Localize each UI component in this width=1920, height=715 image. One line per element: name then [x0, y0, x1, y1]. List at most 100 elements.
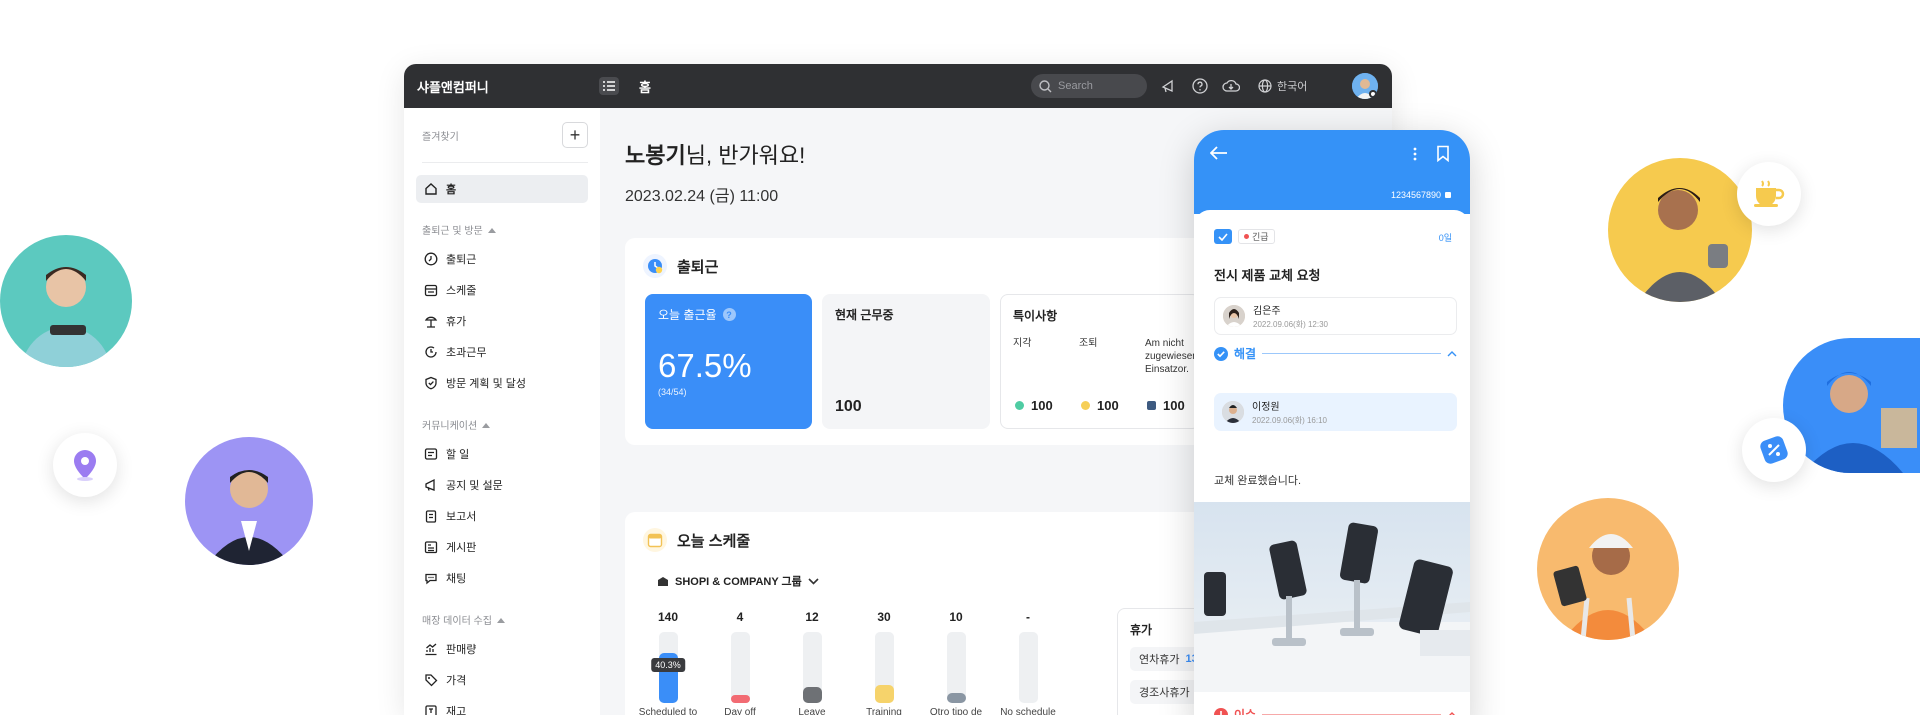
- value: 100: [1097, 398, 1119, 413]
- check-circle-icon: [1214, 346, 1228, 361]
- rate-subtext: (34/54): [658, 387, 687, 397]
- schedule-title: 오늘 스케줄: [677, 532, 751, 550]
- special-value-unassigned: 100: [1147, 398, 1185, 413]
- clock-icon: [424, 252, 438, 265]
- sidebar-item-schedule[interactable]: 스케줄: [416, 274, 588, 305]
- sidebar-item-notice[interactable]: 공지 및 설문: [416, 469, 588, 500]
- sidebar-item-label: 보고서: [446, 510, 477, 523]
- top-bar: 샤플앤컴퍼니 홈 Search 한국어: [404, 64, 1392, 108]
- language-selector[interactable]: 한국어: [1258, 78, 1307, 94]
- sidebar-item-chat[interactable]: 채팅: [416, 562, 588, 593]
- resolver-card[interactable]: 이정원 2022.09.06(화) 16:10: [1214, 393, 1457, 431]
- issue-section-header[interactable]: 이슈: [1214, 706, 1457, 715]
- clipboard-icon: [425, 509, 437, 523]
- sidebar-item-home[interactable]: 홈: [416, 175, 588, 203]
- sidebar-item-report[interactable]: 보고서: [416, 500, 588, 531]
- working-value: 100: [835, 398, 862, 415]
- schedule-bar-5[interactable]: - No schedule: [993, 610, 1063, 715]
- requester-card[interactable]: 김은주 2022.09.06(화) 12:30: [1214, 297, 1457, 335]
- attendance-card: 출퇴근 오늘 출근율? 67.5% (34/54) 현재 근무중 100 특이사…: [625, 238, 1235, 445]
- shield-check-icon: [425, 376, 437, 389]
- worker-avatar-teal: [0, 235, 132, 367]
- bar-track: [874, 632, 894, 703]
- coffee-bubble: [1737, 162, 1801, 226]
- location-pin-bubble: [53, 433, 117, 497]
- sidebar-item-price[interactable]: 가격: [416, 664, 588, 695]
- bar-tooltip: 40.3%: [651, 658, 685, 672]
- bookmark-icon[interactable]: [1436, 145, 1450, 162]
- inventory-box-icon: [425, 704, 437, 715]
- sidebar-item-attendance[interactable]: 출퇴근: [416, 243, 588, 274]
- special-value-early-leave: 100: [1081, 398, 1119, 413]
- sidebar-item-label: 출퇴근: [446, 253, 477, 266]
- schedule-bar-4[interactable]: 10 Otro tipo de trabajo: [921, 610, 991, 715]
- leave-label: 경조사휴가: [1139, 687, 1190, 699]
- special-value-late: 100: [1015, 398, 1053, 413]
- schedule-bar-3[interactable]: 30 Training: [849, 610, 919, 715]
- requester-name: 김은주: [1253, 306, 1281, 317]
- help-icon[interactable]: ?: [722, 308, 736, 321]
- user-avatar[interactable]: [1352, 73, 1378, 99]
- attendance-rate-box[interactable]: 오늘 출근율? 67.5% (34/54): [645, 294, 812, 429]
- special-notes-box[interactable]: 특이사항 지각 조퇴 Am nicht zugewiesenen Einsatz…: [1000, 294, 1200, 429]
- schedule-bar-2[interactable]: 12 Leave: [777, 610, 847, 715]
- sidebar-item-overtime[interactable]: 초과근무: [416, 336, 588, 367]
- attendance-card-header[interactable]: 출퇴근: [643, 254, 718, 278]
- urgent-dot: [1244, 234, 1249, 239]
- resolved-label: 해결: [1234, 347, 1257, 361]
- sidebar-section-attendance[interactable]: 출퇴근 및 방문: [422, 222, 588, 237]
- caret-up-icon: [487, 227, 496, 233]
- sidebar-section-store-data[interactable]: 매장 데이터 수집: [422, 612, 588, 627]
- task-checkbox[interactable]: [1214, 229, 1232, 244]
- special-label-unassigned: Am nicht zugewiesenen Einsatzor.: [1145, 338, 1199, 375]
- sidebar-item-todo[interactable]: 할 일: [416, 438, 588, 469]
- schedule-card: 오늘 스케줄 SHOPI & COMPANY 그룹 140 40.3% Schedu…: [625, 512, 1237, 715]
- store-icon: [658, 576, 668, 586]
- menu-toggle-button[interactable]: [599, 77, 619, 95]
- bar-label: Training: [866, 707, 902, 715]
- bar-value: 30: [877, 610, 891, 624]
- sidebar: 즐겨찾기 + 홈 출퇴근 및 방문 출퇴근 스케줄 휴가 초과근무 방문 계획 …: [404, 108, 600, 715]
- attendance-icon: [643, 254, 667, 278]
- schedule-bar-1[interactable]: 4 Day off: [705, 610, 775, 715]
- bar-track: [730, 632, 750, 703]
- sidebar-item-vacation[interactable]: 휴가: [416, 305, 588, 336]
- section-title: 출퇴근 및 방문: [422, 226, 483, 237]
- calendar-icon: [643, 528, 667, 552]
- currently-working-box[interactable]: 현재 근무중 100: [822, 294, 990, 429]
- schedule-card-header[interactable]: 오늘 스케줄: [643, 528, 750, 552]
- sidebar-item-visit-plan[interactable]: 방문 계획 및 달성: [416, 367, 588, 398]
- product-display-photo[interactable]: [1194, 502, 1470, 692]
- back-arrow-icon[interactable]: [1210, 146, 1228, 160]
- search-input[interactable]: Search: [1031, 74, 1147, 98]
- discount-tag-icon: [1760, 436, 1788, 464]
- sidebar-item-label: 초과근무: [446, 346, 487, 359]
- add-favorite-button[interactable]: +: [562, 122, 588, 148]
- group-selector[interactable]: SHOPI & COMPANY 그룹: [657, 573, 819, 589]
- sidebar-item-label: 판매량: [446, 643, 477, 656]
- schedule-bar-0[interactable]: 140 40.3% Scheduled to work: [633, 610, 703, 715]
- calendar-icon: [424, 284, 438, 296]
- language-label: 한국어: [1277, 81, 1308, 93]
- sidebar-item-sales[interactable]: 판매량: [416, 633, 588, 664]
- mobile-phone-mockup: 1234567890 긴급 0일 전시 제품 교체 요청 김은주 2022.09.…: [1194, 130, 1470, 715]
- list-menu-icon: [603, 81, 615, 91]
- avatar: [1352, 73, 1378, 99]
- help-button[interactable]: [1191, 77, 1209, 95]
- sidebar-item-board[interactable]: 게시판: [416, 531, 588, 562]
- download-button[interactable]: [1222, 77, 1240, 95]
- resolver-name: 이정원: [1252, 402, 1280, 413]
- divider: [1262, 353, 1441, 354]
- sidebar-item-inventory[interactable]: 재고: [416, 695, 588, 715]
- notification-button[interactable]: [1160, 77, 1178, 95]
- resolved-section-header[interactable]: 해결: [1214, 345, 1457, 362]
- urgent-label: 긴급: [1252, 232, 1269, 242]
- caret-up-icon: [496, 617, 505, 623]
- bar-fill: [946, 693, 966, 703]
- home-icon: [425, 183, 437, 195]
- sidebar-section-communication[interactable]: 커뮤니케이션: [422, 417, 588, 432]
- copy-icon[interactable]: [1444, 191, 1452, 199]
- rate-title: 오늘 출근율: [658, 308, 717, 322]
- bar-track: [946, 632, 966, 703]
- more-vertical-icon[interactable]: [1412, 146, 1418, 162]
